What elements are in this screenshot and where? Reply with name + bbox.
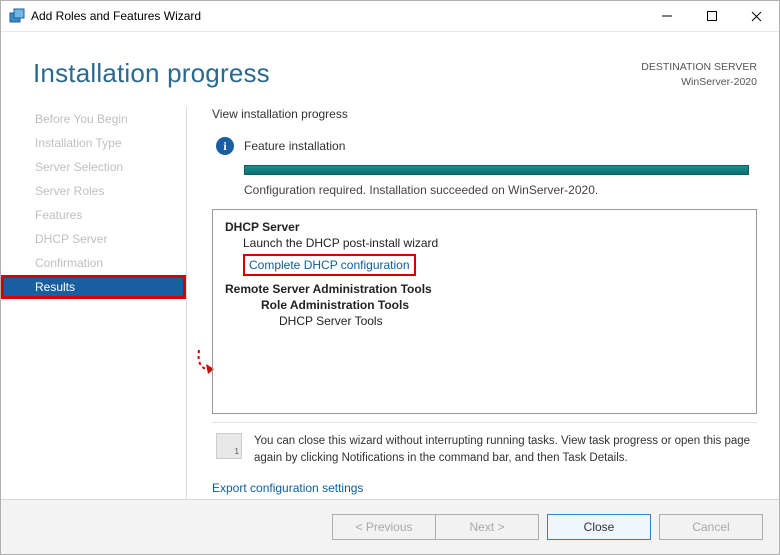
sidebar-item-dhcp-server: DHCP Server: [1, 227, 186, 251]
window-title: Add Roles and Features Wizard: [31, 9, 201, 23]
close-window-button[interactable]: [734, 1, 779, 31]
body: Before You Begin Installation Type Serve…: [1, 99, 779, 499]
sidebar-item-confirmation: Confirmation: [1, 251, 186, 275]
wizard-window: Add Roles and Features Wizard Installati…: [0, 0, 780, 555]
nav-button-pair: < Previous Next >: [332, 514, 539, 540]
status-text: Configuration required. Installation suc…: [244, 183, 757, 197]
previous-button: < Previous: [332, 514, 435, 540]
maximize-button[interactable]: [689, 1, 734, 31]
info-icon: i: [216, 137, 234, 155]
footer: < Previous Next > Close Cancel: [1, 499, 779, 554]
window-controls: [644, 1, 779, 31]
export-configuration-link[interactable]: Export configuration settings: [212, 481, 757, 495]
result-dhcp-sub: Launch the DHCP post-install wizard: [225, 236, 744, 250]
cancel-button: Cancel: [659, 514, 763, 540]
result-rsat-title: Remote Server Administration Tools: [225, 282, 744, 296]
complete-dhcp-link-highlight: Complete DHCP configuration: [243, 254, 416, 276]
titlebar: Add Roles and Features Wizard: [1, 1, 779, 32]
progress-bar: [244, 165, 749, 175]
sidebar-item-installation-type: Installation Type: [1, 131, 186, 155]
result-rsat-sub2: DHCP Server Tools: [225, 314, 744, 328]
sidebar-item-features: Features: [1, 203, 186, 227]
sidebar-item-before-you-begin: Before You Begin: [1, 107, 186, 131]
sidebar-item-server-selection: Server Selection: [1, 155, 186, 179]
progress-heading: View installation progress: [212, 107, 757, 121]
main-content: View installation progress i Feature ins…: [186, 99, 779, 499]
note-text: You can close this wizard without interr…: [254, 433, 753, 466]
minimize-button[interactable]: [644, 1, 689, 31]
result-dhcp-title: DHCP Server: [225, 220, 744, 234]
app-icon: [9, 8, 25, 24]
results-box: DHCP Server Launch the DHCP post-install…: [212, 209, 757, 414]
page-title: Installation progress: [33, 58, 270, 89]
flag-icon: 1: [216, 433, 242, 459]
next-button: Next >: [435, 514, 539, 540]
destination-server: DESTINATION SERVER WinServer-2020: [641, 58, 757, 89]
destination-label: DESTINATION SERVER: [641, 60, 757, 75]
status-row: i Feature installation: [216, 137, 757, 155]
sidebar: Before You Begin Installation Type Serve…: [1, 99, 186, 499]
note-area: 1 You can close this wizard without inte…: [212, 422, 757, 470]
close-button[interactable]: Close: [547, 514, 651, 540]
sidebar-item-results[interactable]: Results: [1, 275, 186, 299]
result-rsat-sub: Role Administration Tools: [225, 298, 744, 312]
sidebar-item-server-roles: Server Roles: [1, 179, 186, 203]
header: Installation progress DESTINATION SERVER…: [1, 32, 779, 99]
destination-value: WinServer-2020: [641, 75, 757, 90]
status-label: Feature installation: [244, 139, 345, 153]
complete-dhcp-configuration-link[interactable]: Complete DHCP configuration: [249, 258, 410, 272]
